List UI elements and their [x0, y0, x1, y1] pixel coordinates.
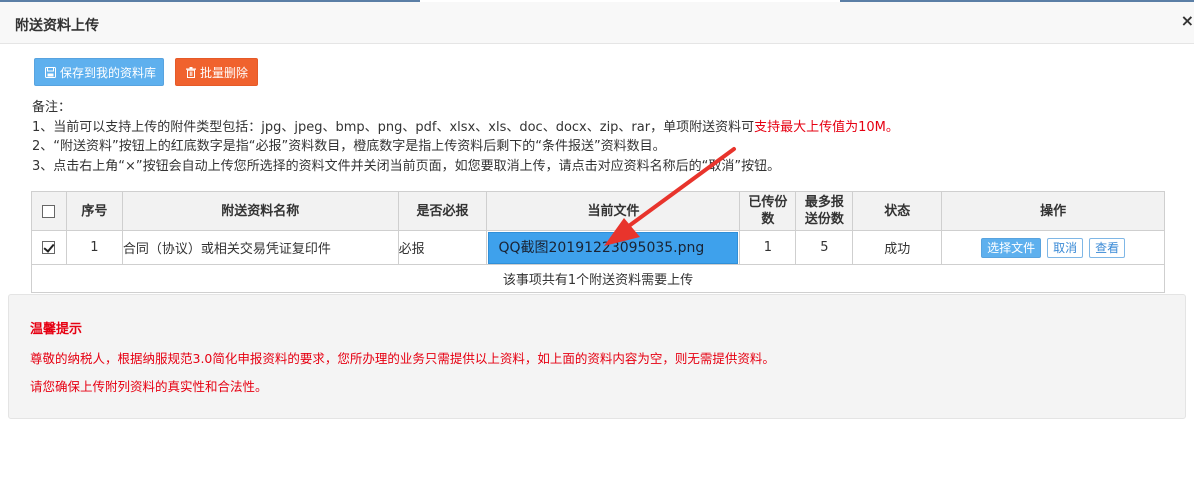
- row-name: 合同（协议）或相关交易凭证复印件: [121, 230, 399, 265]
- table-footer-row: 该事项共有1个附送资料需要上传: [31, 264, 1165, 293]
- column-header-status: 状态: [852, 191, 943, 231]
- save-to-library-button[interactable]: 保存到我的资料库: [34, 58, 164, 86]
- column-header-max: 最多报 送份数: [795, 191, 854, 231]
- row-file-cell: QQ截图20191223095035.png: [486, 230, 741, 265]
- row-max-count: 5: [795, 230, 854, 265]
- notes-heading: 备注：: [32, 100, 72, 115]
- column-header-file: 当前文件: [486, 191, 741, 231]
- column-header-required: 是否必报: [397, 191, 488, 231]
- row-required: 必报: [397, 230, 488, 265]
- close-icon[interactable]: ×: [1181, 13, 1194, 29]
- row-uploaded-count: 1: [739, 230, 797, 265]
- current-file-name[interactable]: QQ截图20191223095035.png: [488, 231, 739, 264]
- warm-tips-panel: 温馨提示 尊敬的纳税人，根据纳服规范3.0简化申报资料的要求，您所办理的业务只需…: [8, 294, 1186, 419]
- notes-line-3: 3、点击右上角“×”按钮会自动上传您所选择的资料文件并关闭当前页面，如您要取消上…: [32, 158, 781, 174]
- cancel-button[interactable]: 取消: [1047, 237, 1084, 258]
- notes-block: 备注： 1、当前可以支持上传的附件类型包括：jpg、jpeg、bmp、png、p…: [32, 98, 899, 176]
- delete-button-label: 批量删除: [200, 66, 249, 80]
- trash-icon: [186, 60, 196, 88]
- tips-title: 温馨提示: [30, 322, 83, 337]
- column-header-name: 附送资料名称: [121, 191, 399, 231]
- select-all-checkbox[interactable]: [42, 204, 56, 218]
- notes-line-1: 1、当前可以支持上传的附件类型包括：jpg、jpeg、bmp、png、pdf、x…: [32, 119, 899, 135]
- row-checkbox[interactable]: [42, 241, 56, 254]
- dialog-title: 附送资料上传: [15, 18, 99, 34]
- view-button[interactable]: 查看: [1089, 237, 1126, 258]
- notes-size-limit: 支持最大上传值为10M。: [754, 119, 899, 135]
- row-index: 1: [65, 230, 123, 265]
- select-file-button[interactable]: 选择文件: [981, 237, 1042, 258]
- tips-line-1: 尊敬的纳税人，根据纳服规范3.0简化申报资料的要求，您所办理的业务只需提供以上资…: [30, 351, 775, 366]
- table-row: 1 合同（协议）或相关交易凭证复印件 必报 QQ截图20191223095035…: [31, 230, 1165, 265]
- table-footer-text: 该事项共有1个附送资料需要上传: [31, 264, 1165, 293]
- tips-line-2: 请您确保上传附列资料的真实性和合法性。: [30, 379, 268, 394]
- row-actions: 选择文件 取消 查看: [941, 230, 1165, 265]
- batch-delete-button[interactable]: 批量删除: [175, 58, 258, 86]
- notes-line-2: 2、“附送资料”按钮上的红底数字是指“必报”资料数目，橙底数字是指上传资料后剩下…: [32, 139, 666, 154]
- row-select-cell: [31, 230, 67, 265]
- column-header-uploaded: 已传份数: [739, 191, 797, 231]
- save-button-label: 保存到我的资料库: [60, 66, 157, 80]
- column-header-actions: 操作: [941, 191, 1165, 231]
- table-header-row: 序号 附送资料名称 是否必报 当前文件 已传份数 最多报 送份数 状态 操作: [31, 191, 1165, 231]
- row-status: 成功: [852, 230, 943, 265]
- save-icon: [45, 60, 56, 88]
- column-header-index: 序号: [65, 191, 123, 231]
- select-all-cell: [31, 191, 67, 231]
- dialog-header: 附送资料上传 ×: [0, 2, 1194, 44]
- attachment-table: 序号 附送资料名称 是否必报 当前文件 已传份数 最多报 送份数 状态 操作 1 …: [31, 191, 1165, 293]
